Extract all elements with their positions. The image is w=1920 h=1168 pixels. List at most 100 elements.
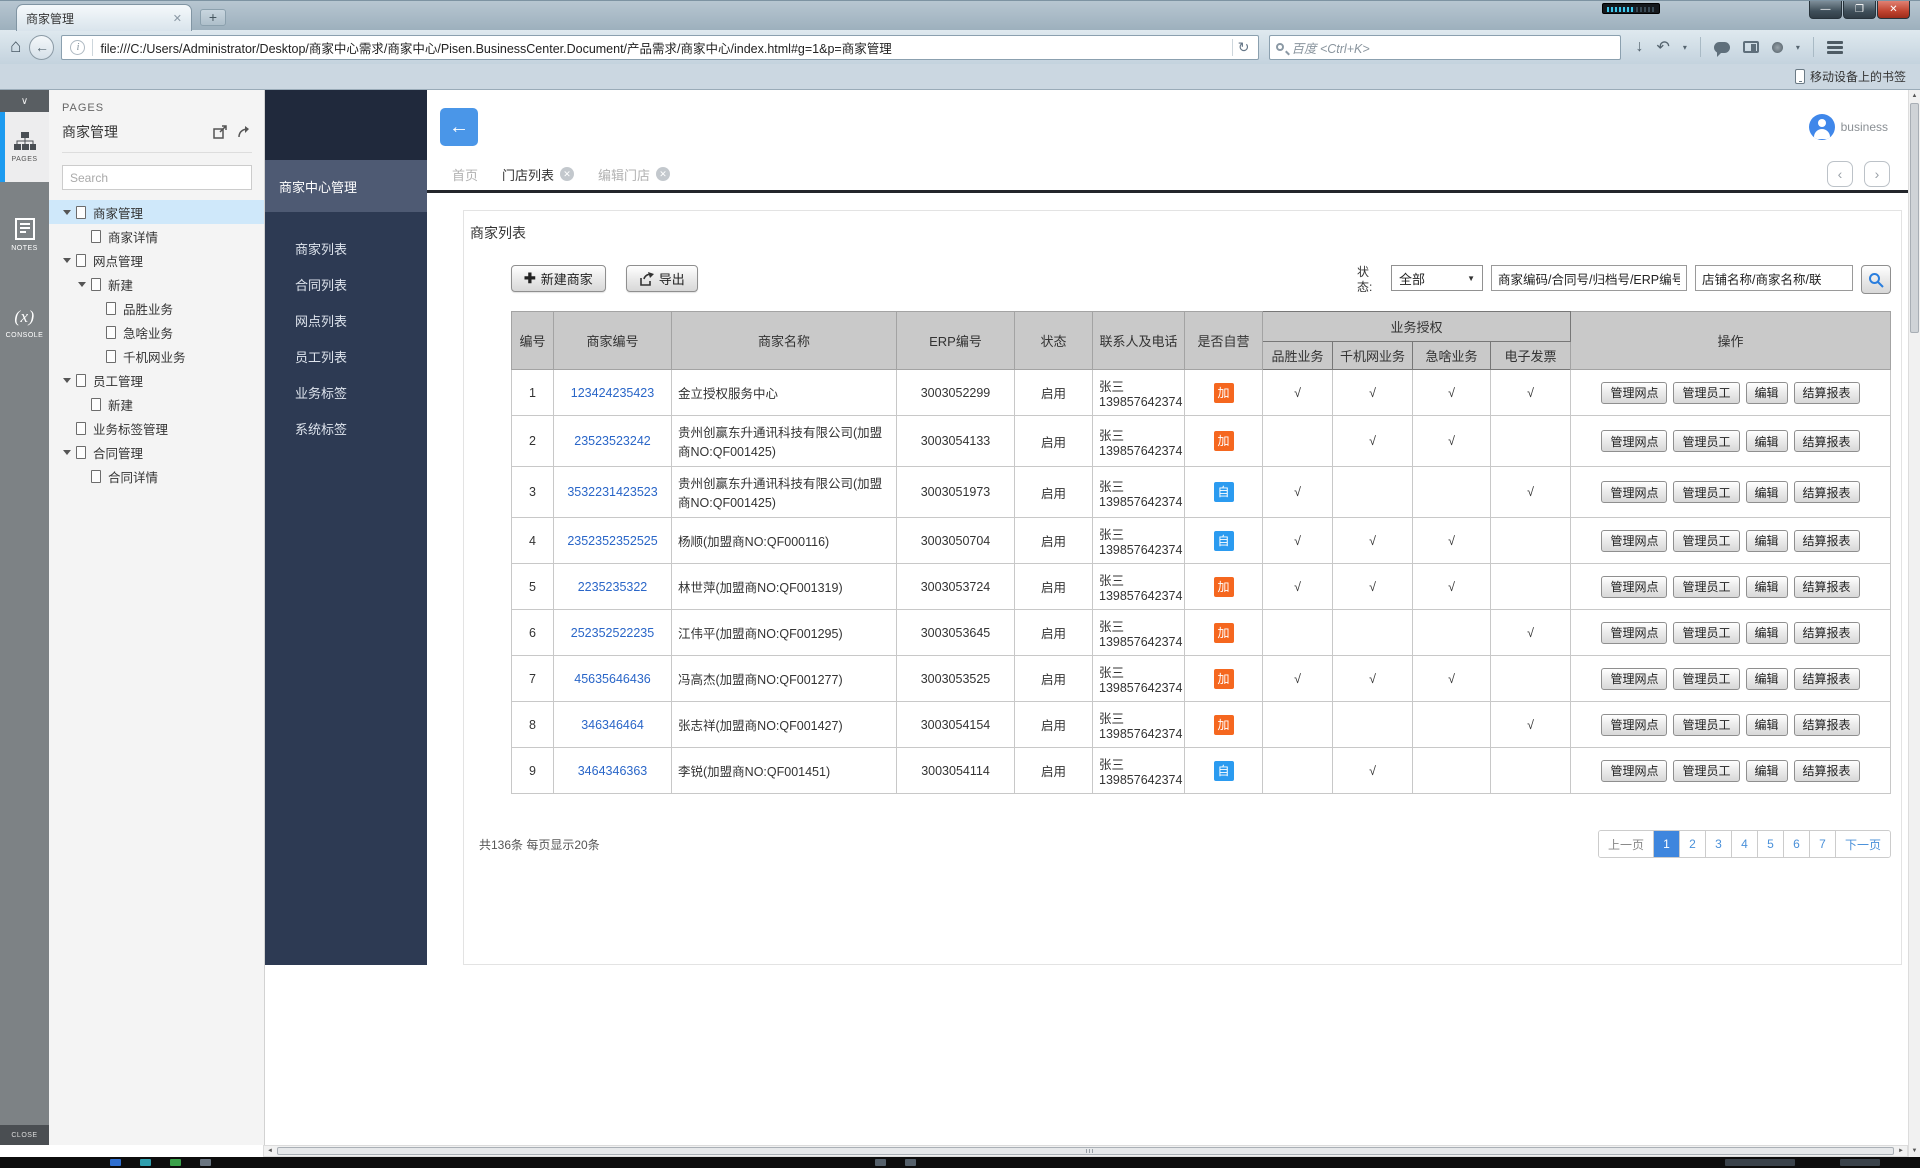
- action-管理员工[interactable]: 管理员工: [1673, 576, 1739, 598]
- action-结算报表[interactable]: 结算报表: [1794, 668, 1860, 690]
- taskbar-icon[interactable]: [170, 1159, 181, 1166]
- tab-scroll-right-button[interactable]: ›: [1864, 161, 1890, 187]
- extension-caret-icon[interactable]: ▾: [1796, 43, 1800, 52]
- tab-close-icon[interactable]: ✕: [656, 167, 670, 181]
- pagination-page-3[interactable]: 3: [1705, 831, 1731, 857]
- search-button[interactable]: [1861, 265, 1891, 294]
- tree-item-新建[interactable]: 新建: [49, 392, 264, 416]
- caret-down-icon[interactable]: [63, 210, 71, 215]
- taskbar-icon[interactable]: [875, 1159, 886, 1166]
- merchant-code-link[interactable]: 3464346363: [578, 764, 648, 778]
- merchant-code-input[interactable]: [1491, 265, 1687, 291]
- tree-item-新建[interactable]: 新建: [49, 272, 264, 296]
- action-管理员工[interactable]: 管理员工: [1673, 430, 1739, 452]
- merchant-code-link[interactable]: 45635646436: [574, 672, 650, 686]
- window-minimize-button[interactable]: —: [1809, 1, 1842, 19]
- nav-item-商家列表[interactable]: 商家列表: [265, 230, 427, 266]
- nav-item-合同列表[interactable]: 合同列表: [265, 266, 427, 302]
- action-管理网点[interactable]: 管理网点: [1601, 530, 1667, 552]
- action-结算报表[interactable]: 结算报表: [1794, 382, 1860, 404]
- strip-collapse-button[interactable]: ∨: [0, 90, 49, 112]
- pagination-next[interactable]: 下一页: [1835, 831, 1890, 857]
- export-button[interactable]: 导出: [626, 265, 698, 292]
- taskbar-tray[interactable]: [1725, 1159, 1795, 1166]
- action-编辑[interactable]: 编辑: [1746, 668, 1788, 690]
- status-select[interactable]: 全部 ▼: [1391, 265, 1483, 291]
- window-close-button[interactable]: ✕: [1877, 1, 1910, 19]
- nav-item-员工列表[interactable]: 员工列表: [265, 338, 427, 374]
- browser-tab-close-icon[interactable]: ✕: [173, 12, 182, 25]
- taskbar-icon[interactable]: [140, 1159, 151, 1166]
- tree-item-千机网业务[interactable]: 千机网业务: [49, 344, 264, 368]
- action-结算报表[interactable]: 结算报表: [1794, 760, 1860, 782]
- tree-item-网点管理[interactable]: 网点管理: [49, 248, 264, 272]
- vertical-scrollbar[interactable]: ▲ ▼: [1908, 90, 1920, 1157]
- action-结算报表[interactable]: 结算报表: [1794, 481, 1860, 503]
- action-管理员工[interactable]: 管理员工: [1673, 530, 1739, 552]
- caret-down-icon[interactable]: [63, 258, 71, 263]
- strip-console-button[interactable]: (x) CONSOLE: [0, 288, 49, 358]
- scroll-up-icon[interactable]: ▲: [1909, 90, 1920, 102]
- tree-item-员工管理[interactable]: 员工管理: [49, 368, 264, 392]
- action-结算报表[interactable]: 结算报表: [1794, 430, 1860, 452]
- tree-item-商家管理[interactable]: 商家管理: [49, 200, 264, 224]
- tree-item-合同详情[interactable]: 合同详情: [49, 464, 264, 488]
- horizontal-scroll-thumb[interactable]: [277, 1147, 1894, 1155]
- pagination-prev[interactable]: 上一页: [1599, 831, 1653, 857]
- tab-首页[interactable]: 首页: [440, 158, 490, 190]
- bookmark-mobile[interactable]: 移动设备上的书签: [1795, 68, 1906, 85]
- action-管理员工[interactable]: 管理员工: [1673, 760, 1739, 782]
- new-merchant-button[interactable]: ✚ 新建商家: [511, 265, 606, 292]
- action-管理员工[interactable]: 管理员工: [1673, 481, 1739, 503]
- user-menu[interactable]: business: [1809, 114, 1888, 140]
- tree-item-业务标签管理[interactable]: 业务标签管理: [49, 416, 264, 440]
- window-maximize-button[interactable]: ❐: [1843, 1, 1876, 19]
- tab-门店列表[interactable]: 门店列表✕: [490, 158, 586, 190]
- windows-taskbar[interactable]: [0, 1157, 1920, 1168]
- strip-notes-button[interactable]: NOTES: [0, 200, 49, 270]
- tab-close-icon[interactable]: ✕: [560, 167, 574, 181]
- open-new-window-icon[interactable]: [213, 125, 228, 139]
- strip-pages-button[interactable]: PAGES: [0, 112, 49, 182]
- share-page-icon[interactable]: [237, 125, 252, 139]
- scroll-left-icon[interactable]: ◄: [264, 1146, 276, 1156]
- taskbar-icon[interactable]: [905, 1159, 916, 1166]
- pagination-page-4[interactable]: 4: [1731, 831, 1757, 857]
- action-管理员工[interactable]: 管理员工: [1673, 622, 1739, 644]
- menu-icon[interactable]: [1827, 41, 1843, 54]
- merchant-code-link[interactable]: 252352522235: [571, 626, 654, 640]
- tree-item-品胜业务[interactable]: 品胜业务: [49, 296, 264, 320]
- action-管理员工[interactable]: 管理员工: [1673, 714, 1739, 736]
- page-info-icon[interactable]: i: [70, 40, 85, 55]
- action-管理网点[interactable]: 管理网点: [1601, 714, 1667, 736]
- url-bar[interactable]: i file:///C:/Users/Administrator/Desktop…: [61, 35, 1259, 60]
- merchant-code-link[interactable]: 3532231423523: [567, 485, 657, 499]
- new-tab-button[interactable]: +: [200, 9, 226, 26]
- history-caret-icon[interactable]: ▾: [1683, 43, 1687, 52]
- action-编辑[interactable]: 编辑: [1746, 714, 1788, 736]
- action-管理网点[interactable]: 管理网点: [1601, 481, 1667, 503]
- history-undo-icon[interactable]: ↶: [1656, 37, 1669, 57]
- store-name-input[interactable]: [1695, 265, 1853, 291]
- pagination-page-6[interactable]: 6: [1783, 831, 1809, 857]
- merchant-code-link[interactable]: 2235235322: [578, 580, 648, 594]
- merchant-code-link[interactable]: 346346464: [581, 718, 644, 732]
- pagination-page-5[interactable]: 5: [1757, 831, 1783, 857]
- nav-item-业务标签[interactable]: 业务标签: [265, 374, 427, 410]
- action-结算报表[interactable]: 结算报表: [1794, 530, 1860, 552]
- tab-编辑门店[interactable]: 编辑门店✕: [586, 158, 682, 190]
- action-编辑[interactable]: 编辑: [1746, 481, 1788, 503]
- action-结算报表[interactable]: 结算报表: [1794, 576, 1860, 598]
- home-icon[interactable]: ⌂: [10, 36, 21, 58]
- scroll-right-icon[interactable]: ►: [1895, 1146, 1907, 1156]
- tree-item-商家详情[interactable]: 商家详情: [49, 224, 264, 248]
- merchant-code-link[interactable]: 123424235423: [571, 386, 654, 400]
- action-编辑[interactable]: 编辑: [1746, 530, 1788, 552]
- tab-scroll-left-button[interactable]: ‹: [1827, 161, 1853, 187]
- pages-search-input[interactable]: [62, 165, 252, 190]
- browser-tab[interactable]: 商家管理 ✕: [16, 4, 192, 31]
- action-结算报表[interactable]: 结算报表: [1794, 714, 1860, 736]
- browser-back-button[interactable]: ←: [29, 35, 54, 60]
- action-编辑[interactable]: 编辑: [1746, 622, 1788, 644]
- sidebar-panel-icon[interactable]: [1743, 41, 1759, 53]
